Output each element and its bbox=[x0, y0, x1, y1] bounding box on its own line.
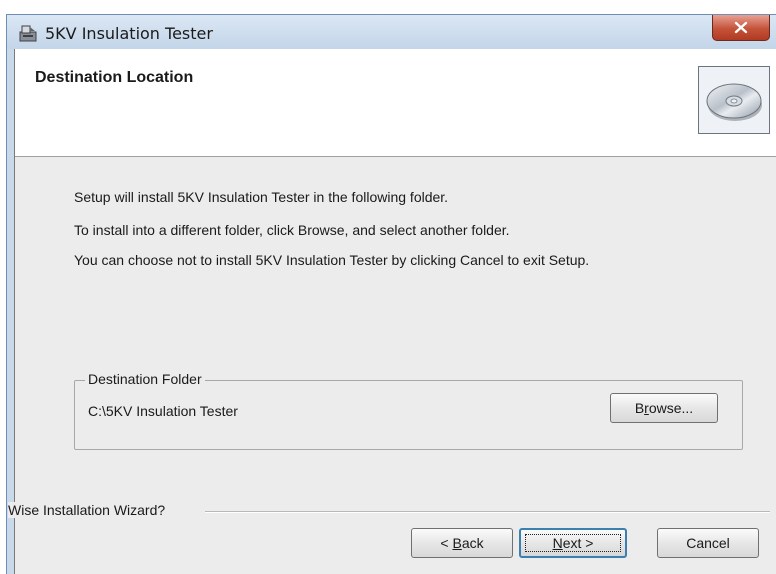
next-label-post: ext > bbox=[562, 535, 594, 551]
header-panel: Destination Location bbox=[15, 49, 776, 157]
destination-folder-legend: Destination Folder bbox=[85, 371, 205, 387]
window-title: 5KV Insulation Tester bbox=[45, 24, 213, 43]
intro-line-1: Setup will install 5KV Insulation Tester… bbox=[74, 189, 449, 205]
browse-label-post: owse... bbox=[648, 400, 694, 416]
back-label-post: ack bbox=[461, 535, 484, 551]
cd-disc-icon-frame bbox=[698, 66, 770, 134]
destination-folder-path: C:\5KV Insulation Tester bbox=[88, 403, 238, 419]
page-title: Destination Location bbox=[35, 69, 194, 86]
back-label-pre: < bbox=[440, 535, 453, 551]
installer-app-icon bbox=[19, 25, 37, 42]
destination-folder-group: Destination Folder C:\5KV Insulation Tes… bbox=[74, 371, 743, 450]
cancel-button[interactable]: Cancel bbox=[657, 528, 759, 558]
next-label-access-key: N bbox=[552, 535, 563, 551]
intro-line-2: To install into a different folder, clic… bbox=[74, 222, 510, 238]
close-icon bbox=[734, 21, 748, 34]
footer-divider bbox=[205, 511, 770, 513]
intro-line-3: You can choose not to install 5KV Insula… bbox=[74, 252, 590, 268]
close-button[interactable] bbox=[712, 15, 770, 41]
browse-label-pre: B bbox=[634, 400, 645, 416]
screen: 5KV Insulation Tester Destination Locati… bbox=[0, 0, 776, 574]
cd-disc-icon bbox=[706, 83, 762, 121]
wizard-branding-label: Wise Installation Wizard? bbox=[8, 502, 172, 518]
back-button[interactable]: < Back bbox=[411, 528, 513, 558]
dialog-client-area: Destination Location Setup will install … bbox=[8, 49, 776, 574]
browse-button[interactable]: Browse... bbox=[610, 393, 718, 423]
title-bar[interactable]: 5KV Insulation Tester bbox=[7, 15, 776, 49]
back-label-access-key: B bbox=[452, 535, 462, 551]
next-button[interactable]: Next > bbox=[519, 528, 627, 558]
installer-window: 5KV Insulation Tester Destination Locati… bbox=[6, 14, 776, 574]
next-label: Next > bbox=[553, 535, 594, 551]
